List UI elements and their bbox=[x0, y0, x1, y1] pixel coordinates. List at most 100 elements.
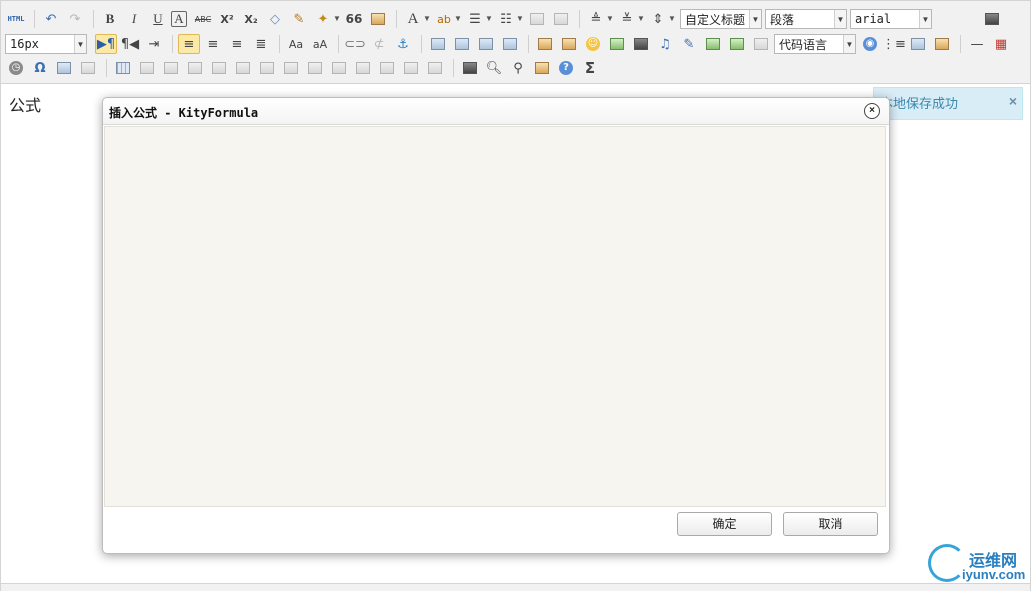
insert-image-icon[interactable] bbox=[558, 34, 580, 54]
horizontal-rule-icon[interactable]: — bbox=[966, 34, 988, 54]
image-left-icon[interactable] bbox=[451, 34, 473, 54]
html-source-button[interactable]: HTML bbox=[5, 9, 27, 29]
backcolor-button[interactable]: ab bbox=[433, 9, 455, 29]
attachment-icon[interactable]: ✎ bbox=[678, 34, 700, 54]
insert-table-icon[interactable] bbox=[112, 58, 134, 78]
split-to-cols-icon[interactable] bbox=[400, 58, 422, 78]
align-left-icon[interactable]: ≡ bbox=[178, 34, 200, 54]
link-icon[interactable]: ⊂⊃ bbox=[344, 34, 366, 54]
undo-icon[interactable]: ↶ bbox=[40, 9, 62, 29]
underline-button[interactable]: U bbox=[147, 9, 169, 29]
gmap-icon[interactable] bbox=[726, 34, 748, 54]
print-icon[interactable] bbox=[459, 58, 481, 78]
time-icon[interactable]: ◷ bbox=[5, 58, 27, 78]
chevron-down-icon[interactable]: ▼ bbox=[668, 9, 676, 29]
chevron-down-icon[interactable]: ▼ bbox=[749, 10, 761, 28]
simple-upload-icon[interactable] bbox=[534, 34, 556, 54]
insert-col-icon[interactable] bbox=[232, 58, 254, 78]
custom-heading-select[interactable]: 自定义标题 ▼ bbox=[680, 9, 762, 29]
web-app-icon[interactable]: ◉ bbox=[859, 34, 881, 54]
paragraph-select[interactable]: 段落 ▼ bbox=[765, 9, 847, 29]
italic-button[interactable]: I bbox=[123, 9, 145, 29]
map-icon[interactable] bbox=[702, 34, 724, 54]
row-spacing-bottom-icon[interactable]: ≚ bbox=[616, 9, 638, 29]
chevron-down-icon[interactable]: ▼ bbox=[637, 9, 645, 29]
merge-cells-icon[interactable] bbox=[280, 58, 302, 78]
subscript-button[interactable]: X₂ bbox=[240, 9, 262, 29]
chevron-down-icon[interactable]: ▼ bbox=[834, 10, 846, 28]
delete-table-icon[interactable] bbox=[136, 58, 158, 78]
ltr-direction-icon[interactable]: ▶¶ bbox=[95, 34, 117, 54]
font-size-select[interactable]: 16px ▼ bbox=[5, 34, 87, 54]
emotion-icon[interactable]: ☺ bbox=[582, 34, 604, 54]
close-icon[interactable]: × bbox=[1009, 86, 1017, 117]
anchor-icon[interactable]: ⚓ bbox=[392, 34, 414, 54]
background-icon[interactable] bbox=[931, 34, 953, 54]
rtl-direction-icon[interactable]: ¶◀ bbox=[119, 34, 141, 54]
music-icon[interactable]: ♫ bbox=[654, 34, 676, 54]
split-to-cells-icon[interactable] bbox=[352, 58, 374, 78]
search-replace-icon[interactable]: ⚲ bbox=[507, 58, 529, 78]
merge-down-icon[interactable] bbox=[328, 58, 350, 78]
split-to-rows-icon[interactable] bbox=[376, 58, 398, 78]
bold-button[interactable]: B bbox=[99, 9, 121, 29]
merge-right-icon[interactable] bbox=[304, 58, 326, 78]
cancel-button[interactable]: 取消 bbox=[783, 512, 878, 536]
eraser-icon[interactable]: ◇ bbox=[264, 9, 286, 29]
help-icon[interactable]: ? bbox=[555, 58, 577, 78]
chevron-down-icon[interactable]: ▼ bbox=[516, 9, 524, 29]
delete-row-icon[interactable] bbox=[208, 58, 230, 78]
insert-paragraph-before-table-icon[interactable] bbox=[160, 58, 182, 78]
chevron-down-icon[interactable]: ▼ bbox=[454, 9, 462, 29]
row-spacing-top-icon[interactable]: ≜ bbox=[585, 9, 607, 29]
blockquote-button[interactable]: 66 bbox=[343, 9, 365, 29]
clear-doc-icon[interactable] bbox=[550, 9, 572, 29]
format-painter-icon[interactable]: ✎ bbox=[288, 9, 310, 29]
insert-row-icon[interactable] bbox=[184, 58, 206, 78]
special-char-button[interactable]: Ω bbox=[29, 58, 51, 78]
redo-icon[interactable]: ↷ bbox=[64, 9, 86, 29]
chevron-down-icon[interactable]: ▼ bbox=[74, 35, 86, 53]
formula-button[interactable]: Σ bbox=[579, 58, 601, 78]
forecolor-button[interactable]: A bbox=[402, 9, 424, 29]
paste-plain-icon[interactable] bbox=[367, 9, 389, 29]
unlink-icon[interactable]: ⊄ bbox=[368, 34, 390, 54]
chevron-down-icon[interactable]: ▼ bbox=[919, 10, 931, 28]
dialog-titlebar[interactable]: 插入公式 - KityFormula × bbox=[103, 98, 889, 125]
line-height-icon[interactable]: ⇕ bbox=[647, 9, 669, 29]
chevron-down-icon[interactable]: ▼ bbox=[423, 9, 431, 29]
preview-icon[interactable]: 🔍︎ bbox=[483, 58, 505, 78]
select-all-icon[interactable] bbox=[526, 9, 548, 29]
formula-editor-area[interactable] bbox=[104, 126, 886, 507]
close-icon[interactable]: × bbox=[864, 103, 880, 119]
to-lowercase-icon[interactable]: aA bbox=[309, 34, 331, 54]
page-break-icon[interactable]: ⋮≡ bbox=[882, 34, 906, 54]
chevron-down-icon[interactable]: ▼ bbox=[333, 9, 341, 29]
superscript-button[interactable]: X² bbox=[216, 9, 238, 29]
code-language-select[interactable]: 代码语言 ▼ bbox=[774, 34, 856, 54]
editor-content[interactable]: 公式 bbox=[9, 92, 41, 116]
align-center-icon[interactable]: ≡ bbox=[202, 34, 224, 54]
word-image-icon[interactable] bbox=[77, 58, 99, 78]
date-icon[interactable]: ▦ bbox=[990, 34, 1012, 54]
image-none-icon[interactable] bbox=[427, 34, 449, 54]
image-center-icon[interactable] bbox=[499, 34, 521, 54]
align-right-icon[interactable]: ≡ bbox=[226, 34, 248, 54]
delete-col-icon[interactable] bbox=[256, 58, 278, 78]
image-right-icon[interactable] bbox=[475, 34, 497, 54]
font-family-select[interactable]: arial ▼ bbox=[850, 9, 932, 29]
chevron-down-icon[interactable]: ▼ bbox=[485, 9, 493, 29]
charts-icon[interactable] bbox=[424, 58, 446, 78]
insert-frame-icon[interactable] bbox=[750, 34, 772, 54]
auto-typeset-icon[interactable]: ✦ bbox=[312, 9, 334, 29]
chevron-down-icon[interactable]: ▼ bbox=[843, 35, 855, 53]
ordered-list-icon[interactable]: ☰ bbox=[464, 9, 486, 29]
to-uppercase-icon[interactable]: Aa bbox=[285, 34, 307, 54]
scrawl-icon[interactable] bbox=[606, 34, 628, 54]
strikethrough-button[interactable]: ABC bbox=[192, 9, 214, 29]
template-icon[interactable] bbox=[907, 34, 929, 54]
fullscreen-icon[interactable] bbox=[981, 9, 1003, 29]
unordered-list-icon[interactable]: ☷ bbox=[495, 9, 517, 29]
confirm-button[interactable]: 确定 bbox=[677, 512, 772, 536]
indent-icon[interactable]: ⇥ bbox=[143, 34, 165, 54]
